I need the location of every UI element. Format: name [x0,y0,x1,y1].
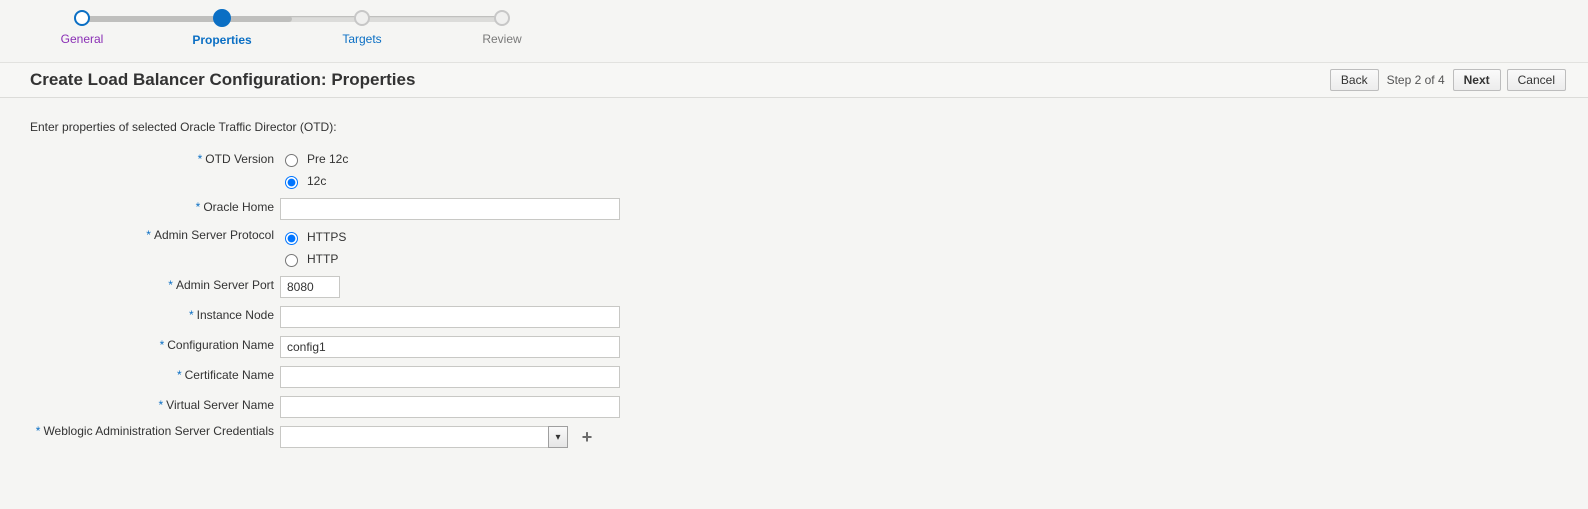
row-admin-port: *Admin Server Port [30,274,1558,298]
radio-label: HTTPS [307,228,346,246]
oracle-home-input[interactable] [280,198,620,220]
radio-input[interactable] [285,176,298,189]
row-oracle-home: *Oracle Home [30,196,1558,220]
wizard-step-label: General [22,32,142,46]
row-admin-protocol: *Admin Server Protocol HTTPS HTTP [30,226,1558,268]
admin-port-input[interactable] [280,276,340,298]
chevron-down-icon[interactable]: ▾ [548,426,568,448]
required-icon: * [177,368,182,382]
radio-label: HTTP [307,250,338,268]
step-indicator: Step 2 of 4 [1385,73,1447,87]
label-cert-name: *Certificate Name [30,364,280,382]
label-text: OTD Version [205,152,274,166]
radio-otd-pre12c[interactable]: Pre 12c [280,150,348,168]
required-icon: * [36,424,41,438]
row-wls-creds: *Weblogic Administration Server Credenti… [30,424,1558,448]
radio-protocol-http[interactable]: HTTP [280,250,346,268]
label-text: Virtual Server Name [166,398,274,412]
label-text: Instance Node [197,308,274,322]
field-cert-name [280,364,620,388]
label-text: Oracle Home [203,200,274,214]
cert-name-input[interactable] [280,366,620,388]
wizard-step-label: Review [442,32,562,46]
label-text: Configuration Name [167,338,274,352]
label-text: Weblogic Administration Server Credentia… [43,424,274,438]
wls-creds-input[interactable] [280,426,548,448]
radio-input[interactable] [285,254,298,267]
back-button[interactable]: Back [1330,69,1379,91]
wizard-train: General Properties Targets Review [72,6,532,62]
wizard-node-icon [354,10,370,26]
wizard-nav-buttons: Back Step 2 of 4 Next Cancel [1330,69,1566,91]
config-name-input[interactable] [280,336,620,358]
wizard-node-icon [213,9,231,27]
label-oracle-home: *Oracle Home [30,196,280,214]
required-icon: * [198,152,203,166]
field-vserver-name [280,394,620,418]
wizard-step-label: Targets [302,32,422,46]
page-header: Create Load Balancer Configuration: Prop… [0,62,1588,98]
required-icon: * [146,228,151,242]
label-otd-version: *OTD Version [30,148,280,166]
row-cert-name: *Certificate Name [30,364,1558,388]
field-admin-port [280,274,340,298]
radio-protocol-https[interactable]: HTTPS [280,228,346,246]
label-instance-node: *Instance Node [30,304,280,322]
label-config-name: *Configuration Name [30,334,280,352]
radio-label: 12c [307,172,326,190]
wizard-step-review: Review [442,6,562,46]
label-admin-protocol: *Admin Server Protocol [30,226,280,242]
radio-input[interactable] [285,232,298,245]
label-wls-creds: *Weblogic Administration Server Credenti… [30,424,280,438]
required-icon: * [159,398,164,412]
wizard-node-icon [74,10,90,26]
label-text: Admin Server Protocol [154,228,274,242]
intro-text: Enter properties of selected Oracle Traf… [30,120,1558,134]
field-otd-version: Pre 12c 12c [280,148,348,190]
required-icon: * [168,278,173,292]
page-title: Create Load Balancer Configuration: Prop… [30,70,415,90]
required-icon: * [189,308,194,322]
label-text: Admin Server Port [176,278,274,292]
row-otd-version: *OTD Version Pre 12c 12c [30,148,1558,190]
radio-label: Pre 12c [307,150,348,168]
cancel-button[interactable]: Cancel [1507,69,1566,91]
field-wls-creds: ▾ + [280,424,596,448]
field-admin-protocol: HTTPS HTTP [280,226,346,268]
radio-otd-12c[interactable]: 12c [280,172,348,190]
vserver-name-input[interactable] [280,396,620,418]
label-vserver-name: *Virtual Server Name [30,394,280,412]
plus-icon[interactable]: + [574,427,596,448]
wizard-step-properties[interactable]: Properties [162,6,282,47]
label-admin-port: *Admin Server Port [30,274,280,292]
wizard-step-targets[interactable]: Targets [302,6,422,46]
required-icon: * [196,200,201,214]
wizard-step-general[interactable]: General [22,6,142,46]
field-config-name [280,334,620,358]
field-instance-node [280,304,620,328]
next-button[interactable]: Next [1453,69,1501,91]
field-oracle-home [280,196,620,220]
instance-node-input[interactable] [280,306,620,328]
wizard-node-icon [494,10,510,26]
row-vserver-name: *Virtual Server Name [30,394,1558,418]
required-icon: * [160,338,165,352]
wizard-step-label: Properties [162,33,282,47]
row-instance-node: *Instance Node [30,304,1558,328]
label-text: Certificate Name [185,368,274,382]
wls-creds-combo[interactable]: ▾ [280,426,568,448]
radio-input[interactable] [285,154,298,167]
form-content: Enter properties of selected Oracle Traf… [0,98,1588,448]
row-config-name: *Configuration Name [30,334,1558,358]
